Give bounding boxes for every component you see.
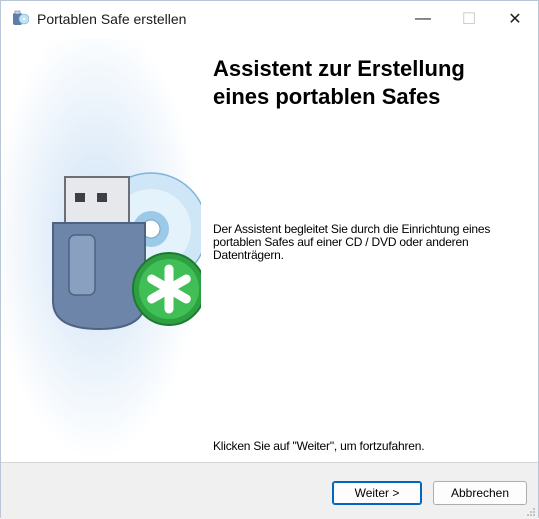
close-icon: ✕ (508, 11, 522, 28)
wizard-description: Der Assistent begleitet Sie durch die Ei… (213, 222, 491, 262)
app-icon (13, 10, 29, 25)
next-button[interactable]: Weiter > (332, 481, 422, 505)
portable-safe-illustration (52, 172, 201, 331)
minimize-icon: — (415, 10, 431, 27)
window-title: Portablen Safe erstellen (37, 11, 187, 27)
wizard-footer: Weiter > Abbrechen (1, 462, 538, 519)
minimize-button[interactable]: — (400, 1, 446, 37)
continue-hint: Klicken Sie auf "Weiter", um fortzufahre… (213, 439, 425, 453)
wizard-content: Assistent zur Erstellung eines portablen… (201, 39, 538, 461)
maximize-button[interactable]: ☐ (446, 1, 492, 37)
title-bar[interactable]: Portablen Safe erstellen — ☐ ✕ (1, 1, 538, 39)
resize-grip-icon[interactable] (526, 507, 536, 517)
asterisk-badge-icon (132, 252, 201, 326)
wizard-side-panel (1, 39, 201, 461)
close-button[interactable]: ✕ (492, 1, 538, 37)
cancel-button[interactable]: Abbrechen (433, 481, 527, 505)
wizard-window: Portablen Safe erstellen — ☐ ✕ Assistent… (0, 0, 539, 519)
wizard-heading: Assistent zur Erstellung eines portablen… (213, 56, 465, 109)
maximize-icon: ☐ (461, 11, 477, 28)
